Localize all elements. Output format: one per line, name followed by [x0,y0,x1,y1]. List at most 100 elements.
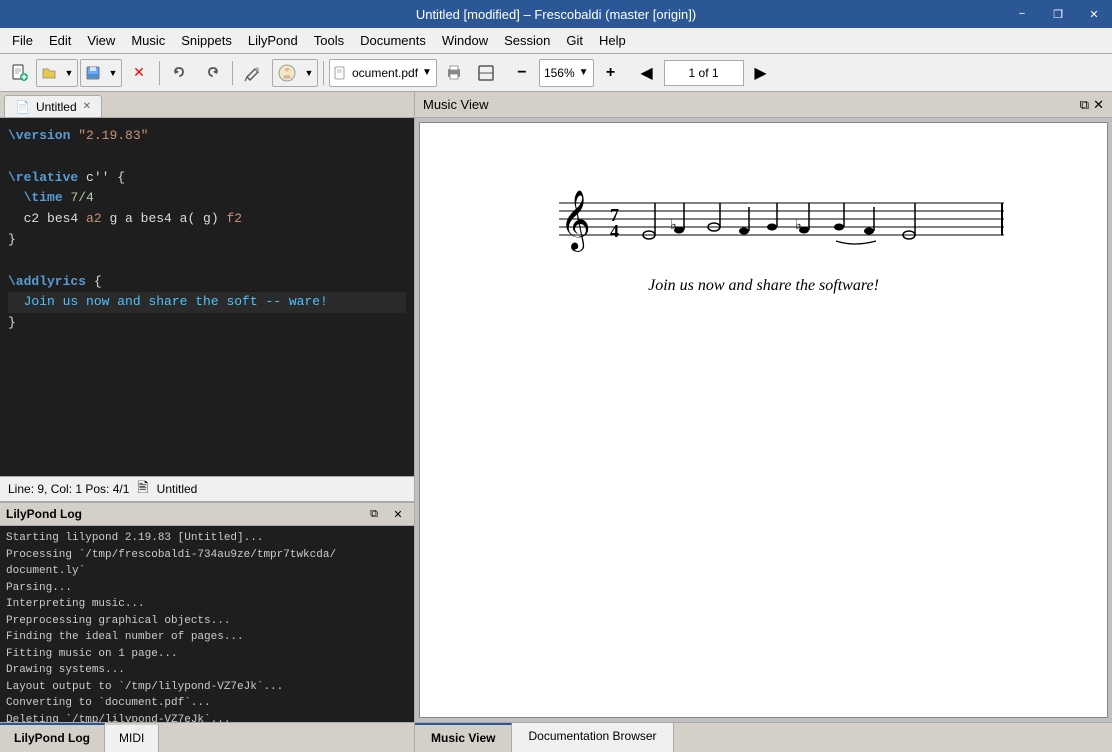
editor-line-4: \time 7/4 [8,188,406,209]
log-line-10: Converting to `document.pdf`... [6,695,408,712]
menu-session[interactable]: Session [496,30,558,51]
zoom-out-button[interactable]: − [507,58,537,88]
music-notation-svg: 𝄞 7 4 ♭ [514,173,1014,273]
editor-tab-label: Untitled [36,100,77,114]
new-icon [10,64,28,82]
editor-line-7 [8,251,406,272]
music-view-controls: ⧉ ✕ [1080,97,1104,113]
open-button[interactable] [37,59,61,87]
status-doc-name: Untitled [157,482,198,496]
music-view-float-button[interactable]: ⧉ [1080,97,1089,113]
log-line-5: Preprocessing graphical objects... [6,613,408,630]
left-panel: 📄 Untitled ✕ \version "2.19.83" \relativ… [0,92,415,752]
log-float-button[interactable]: ⧉ [364,504,384,524]
undo-button[interactable] [165,58,195,88]
log-content: Starting lilypond 2.19.83 [Untitled]... … [0,526,414,722]
log-line-6: Finding the ideal number of pages... [6,629,408,646]
menu-tools[interactable]: Tools [306,30,352,51]
tab-close-button[interactable]: ✕ [83,101,91,112]
toolbar: ▼ ▼ ✕ [0,54,1112,92]
editor-line-3: \relative c'' { [8,168,406,189]
zoom-fit-icon [477,64,495,82]
log-controls: ⧉ ✕ [364,504,408,524]
edit-button[interactable] [238,58,268,88]
print-button[interactable] [439,58,469,88]
redo-button[interactable] [197,58,227,88]
title-bar: Untitled [modified] – Frescobaldi (maste… [0,0,1112,28]
minimize-button[interactable]: − [1004,0,1040,28]
undo-icon [171,64,189,82]
log-line-9: Layout output to `/tmp/lilypond-VZ7eJk`.… [6,679,408,696]
editor-tabs: 📄 Untitled ✕ [0,92,414,118]
right-tab-doc-browser[interactable]: Documentation Browser [512,723,673,752]
log-header: LilyPond Log ⧉ ✕ [0,502,414,526]
music-view-close-button[interactable]: ✕ [1093,97,1104,113]
compile-dropdown[interactable]: ▼ [301,59,317,87]
close-button[interactable]: ✕ [1076,0,1112,28]
menu-music[interactable]: Music [123,30,173,51]
main-content: 📄 Untitled ✕ \version "2.19.83" \relativ… [0,92,1112,752]
svg-text:♭: ♭ [795,218,802,233]
notation-container: 𝄞 7 4 ♭ [474,143,1054,325]
svg-text:4: 4 [610,221,619,241]
zoom-arrow: ▼ [579,67,589,78]
left-tab-lilypond-log[interactable]: LilyPond Log [0,723,105,752]
pdf-selector[interactable]: ocument.pdf ▼ [329,59,437,87]
status-bar: Line: 9, Col: 1 Pos: 4/1 🖹 Untitled [0,476,414,502]
menu-edit[interactable]: Edit [41,30,79,51]
zoom-fit-button[interactable] [471,58,501,88]
zoom-level: 156% [544,66,575,80]
menu-view[interactable]: View [79,30,123,51]
editor-area[interactable]: \version "2.19.83" \relative c'' { \time… [0,118,414,476]
log-line-3: Parsing... [6,580,408,597]
log-close-button[interactable]: ✕ [388,504,408,524]
save-button[interactable] [81,59,105,87]
restore-button[interactable]: ❐ [1040,0,1076,28]
notation-lyrics: Join us now and share the software! [648,277,879,295]
editor-line-2 [8,147,406,168]
print-icon [445,64,463,82]
new-button[interactable] [4,58,34,88]
save-dropdown[interactable]: ▼ [105,59,121,87]
menu-git[interactable]: Git [558,30,591,51]
separator-2 [232,61,233,85]
page-next-button[interactable]: ▶ [746,58,776,88]
save-icon [85,65,101,81]
right-panel: Music View ⧉ ✕ 𝄞 7 [415,92,1112,752]
compile-icon [277,63,297,83]
left-tab-midi[interactable]: MIDI [105,723,159,752]
page-display: 1 of 1 [664,60,744,86]
editor-tab-untitled[interactable]: 📄 Untitled ✕ [4,95,102,117]
zoom-in-button[interactable]: + [596,58,626,88]
separator-1 [159,61,160,85]
log-line-4: Interpreting music... [6,596,408,613]
log-line-11: Deleting `/tmp/lilypond-VZ7eJk`... [6,712,408,723]
close-doc-button[interactable]: ✕ [124,58,154,88]
music-view-title: Music View [423,97,489,112]
open-dropdown[interactable]: ▼ [61,59,77,87]
log-title: LilyPond Log [6,507,82,521]
menu-documents[interactable]: Documents [352,30,434,51]
status-doc-icon: 🖹 [137,477,148,501]
log-line-8: Drawing systems... [6,662,408,679]
menu-file[interactable]: File [4,30,41,51]
left-bottom-tabs: LilyPond Log MIDI [0,722,414,752]
menu-window[interactable]: Window [434,30,496,51]
log-line-2: Processing `/tmp/frescobaldi-734au9ze/tm… [6,547,408,564]
page-prev-button[interactable]: ◀ [632,58,662,88]
zoom-section: − 156% ▼ + [507,58,626,88]
right-bottom-tabs: Music View Documentation Browser [415,722,1112,752]
cursor-position: Line: 9, Col: 1 Pos: 4/1 [8,482,129,496]
menu-snippets[interactable]: Snippets [173,30,240,51]
compile-button[interactable] [273,59,301,87]
right-tab-music-view[interactable]: Music View [415,723,512,752]
pdf-filename: ocument.pdf [352,66,418,80]
music-view-header: Music View ⧉ ✕ [415,92,1112,118]
menu-bar: File Edit View Music Snippets LilyPond T… [0,28,1112,54]
separator-3 [323,61,324,85]
tab-doc-icon: 📄 [15,100,30,114]
log-panel: LilyPond Log ⧉ ✕ Starting lilypond 2.19.… [0,502,414,722]
menu-lilypond[interactable]: LilyPond [240,30,306,51]
zoom-dropdown[interactable]: 156% ▼ [539,59,594,87]
menu-help[interactable]: Help [591,30,634,51]
